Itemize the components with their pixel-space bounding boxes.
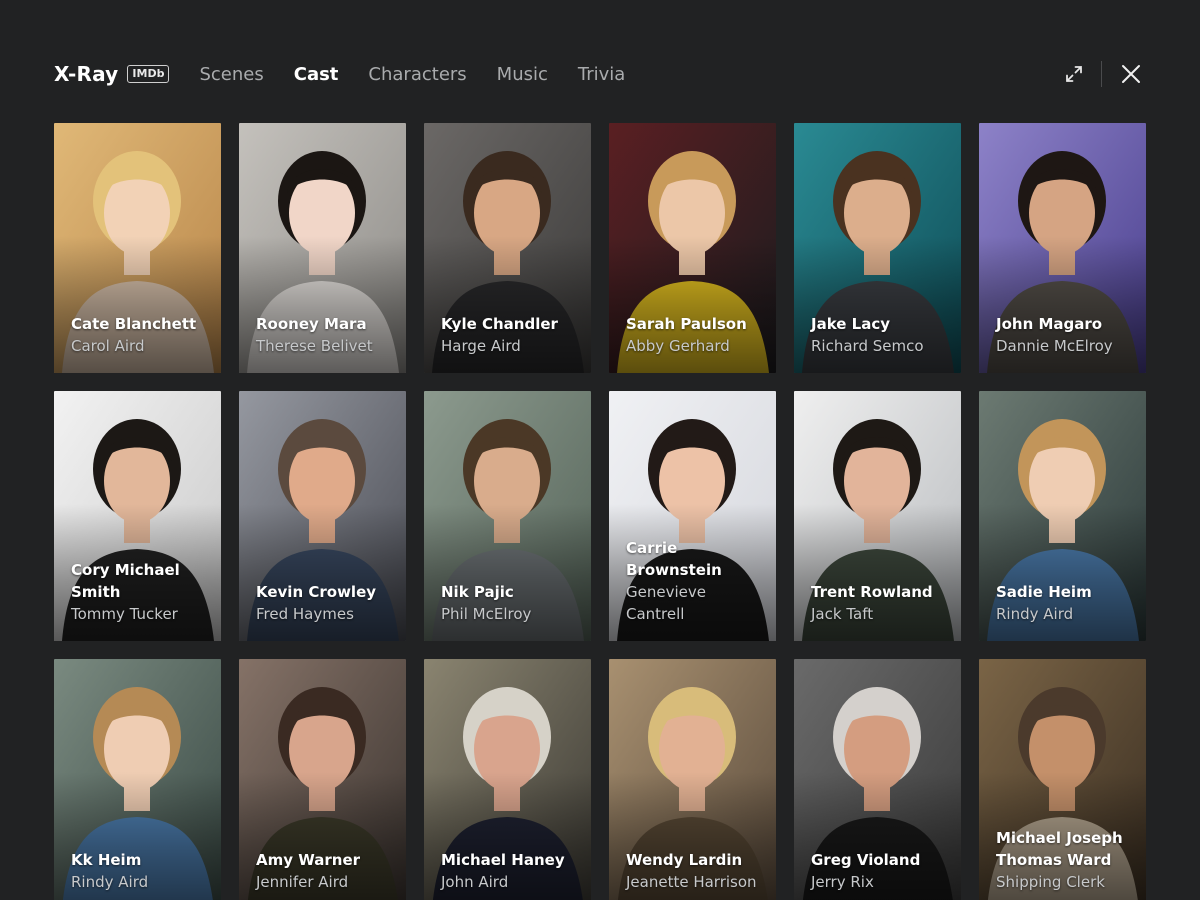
cast-caption: Nik Pajic Phil McElroy <box>441 581 581 625</box>
character-name: Jack Taft <box>811 605 874 623</box>
actor-name: Jake Lacy <box>811 315 891 333</box>
character-name: Abby Gerhard <box>626 337 730 355</box>
character-name: Harge Aird <box>441 337 521 355</box>
character-name: Richard Semco <box>811 337 924 355</box>
character-name: Jerry Rix <box>811 873 874 891</box>
cast-caption: Jake Lacy Richard Semco <box>811 313 951 357</box>
actor-name: Amy Warner <box>256 851 361 869</box>
cast-caption: Michael Haney John Aird <box>441 849 581 893</box>
cast-card[interactable]: Trent Rowland Jack Taft <box>794 391 961 641</box>
actor-name: Sarah Paulson <box>626 315 747 333</box>
cast-card[interactable]: Sarah Paulson Abby Gerhard <box>609 123 776 373</box>
actor-name: Greg Violand <box>811 851 921 869</box>
cast-caption: Amy Warner Jennifer Aird <box>256 849 396 893</box>
actor-name: Cate Blanchett <box>71 315 197 333</box>
tab-characters[interactable]: Characters <box>368 64 466 85</box>
cast-card[interactable]: Kevin Crowley Fred Haymes <box>239 391 406 641</box>
character-name: Fred Haymes <box>256 605 354 623</box>
character-name: Tommy Tucker <box>71 605 178 623</box>
cast-caption: Greg Violand Jerry Rix <box>811 849 951 893</box>
xray-panel: X-Ray IMDb Scenes Cast Characters Music … <box>0 0 1200 900</box>
cast-caption: John Magaro Dannie McElroy <box>996 313 1136 357</box>
character-name: Jennifer Aird <box>256 873 349 891</box>
character-name: Jeanette Harrison <box>626 873 757 891</box>
cast-card[interactable]: Sadie Heim Rindy Aird <box>979 391 1146 641</box>
cast-card[interactable]: Rooney Mara Therese Belivet <box>239 123 406 373</box>
character-name: Carol Aird <box>71 337 145 355</box>
character-name: Dannie McElroy <box>996 337 1113 355</box>
cast-card[interactable]: John Magaro Dannie McElroy <box>979 123 1146 373</box>
imdb-badge: IMDb <box>127 65 170 83</box>
tab-music[interactable]: Music <box>497 64 548 85</box>
actor-name: Kyle Chandler <box>441 315 558 333</box>
cast-card[interactable]: Michael Haney John Aird <box>424 659 591 900</box>
tab-bar: Scenes Cast Characters Music Trivia <box>199 64 655 85</box>
character-name: Therese Belivet <box>256 337 373 355</box>
actor-name: Rooney Mara <box>256 315 367 333</box>
actor-name: John Magaro <box>996 315 1103 333</box>
brand: X-Ray IMDb <box>54 62 170 86</box>
cast-caption: Kk Heim Rindy Aird <box>71 849 211 893</box>
actor-name: Michael Haney <box>441 851 565 869</box>
cast-caption: Carrie Brownstein Genevieve Cantrell <box>626 537 766 625</box>
xray-title: X-Ray <box>54 62 119 86</box>
cast-card[interactable]: Nik Pajic Phil McElroy <box>424 391 591 641</box>
cast-card[interactable]: Amy Warner Jennifer Aird <box>239 659 406 900</box>
cast-caption: Sadie Heim Rindy Aird <box>996 581 1136 625</box>
character-name: John Aird <box>441 873 509 891</box>
actor-name: Sadie Heim <box>996 583 1092 601</box>
cast-card[interactable]: Cate Blanchett Carol Aird <box>54 123 221 373</box>
cast-caption: Kyle Chandler Harge Aird <box>441 313 581 357</box>
actor-name: Wendy Lardin <box>626 851 743 869</box>
expand-button[interactable] <box>1059 59 1089 89</box>
cast-caption: Michael Joseph Thomas Ward Shipping Clerk <box>996 827 1136 893</box>
cast-grid: Cate Blanchett Carol Aird Rooney Mara There… <box>54 123 1146 900</box>
cast-card[interactable]: Michael Joseph Thomas Ward Shipping Clerk <box>979 659 1146 900</box>
tab-trivia[interactable]: Trivia <box>578 64 625 85</box>
actor-name: Nik Pajic <box>441 583 514 601</box>
character-name: Rindy Aird <box>71 873 149 891</box>
cast-card[interactable]: Greg Violand Jerry Rix <box>794 659 961 900</box>
cast-card[interactable]: Carrie Brownstein Genevieve Cantrell <box>609 391 776 641</box>
actor-name: Kk Heim <box>71 851 142 869</box>
cast-caption: Kevin Crowley Fred Haymes <box>256 581 396 625</box>
character-name: Rindy Aird <box>996 605 1074 623</box>
cast-card[interactable]: Kyle Chandler Harge Aird <box>424 123 591 373</box>
expand-icon <box>1066 66 1082 82</box>
cast-caption: Rooney Mara Therese Belivet <box>256 313 396 357</box>
cast-caption: Sarah Paulson Abby Gerhard <box>626 313 766 357</box>
close-button[interactable] <box>1116 59 1146 89</box>
cast-card[interactable]: Jake Lacy Richard Semco <box>794 123 961 373</box>
actor-name: Trent Rowland <box>811 583 933 601</box>
window-controls <box>1059 54 1146 94</box>
controls-divider <box>1101 61 1102 87</box>
character-name: Genevieve Cantrell <box>626 583 706 623</box>
cast-caption: Cory Michael Smith Tommy Tucker <box>71 559 211 625</box>
character-name: Shipping Clerk <box>996 873 1105 891</box>
xray-header: X-Ray IMDb Scenes Cast Characters Music … <box>54 54 1146 94</box>
actor-name: Cory Michael Smith <box>71 561 180 601</box>
cast-caption: Wendy Lardin Jeanette Harrison <box>626 849 766 893</box>
actor-name: Carrie Brownstein <box>626 539 722 579</box>
cast-caption: Cate Blanchett Carol Aird <box>71 313 211 357</box>
tab-cast[interactable]: Cast <box>294 64 339 85</box>
cast-card[interactable]: Wendy Lardin Jeanette Harrison <box>609 659 776 900</box>
actor-name: Kevin Crowley <box>256 583 377 601</box>
cast-card[interactable]: Kk Heim Rindy Aird <box>54 659 221 900</box>
actor-name: Michael Joseph Thomas Ward <box>996 829 1123 869</box>
cast-caption: Trent Rowland Jack Taft <box>811 581 951 625</box>
character-name: Phil McElroy <box>441 605 532 623</box>
close-icon <box>1122 65 1140 83</box>
cast-card[interactable]: Cory Michael Smith Tommy Tucker <box>54 391 221 641</box>
tab-scenes[interactable]: Scenes <box>199 64 263 85</box>
